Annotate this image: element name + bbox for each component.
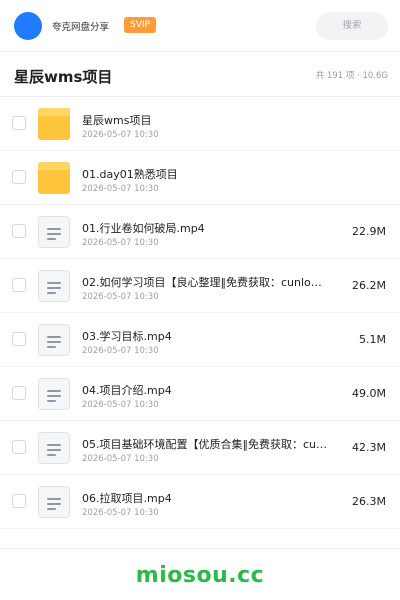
checkbox[interactable] <box>12 224 26 238</box>
file-date: 2026-05-07 10:30 <box>82 400 159 410</box>
file-date: 2026-05-07 10:30 <box>82 346 159 356</box>
file-date: 2026-05-07 10:30 <box>82 454 159 464</box>
checkbox[interactable] <box>12 332 26 346</box>
checkbox[interactable] <box>12 116 26 130</box>
file-size: 49.0M <box>352 387 386 400</box>
list-item[interactable]: 01.day01熟悉项目 2026-05-07 10:30 <box>0 151 400 205</box>
folder-icon <box>38 108 70 140</box>
file-name: 01.行业卷如何破局.mp4 <box>82 222 205 235</box>
folder-title-bar: 星辰wms项目 共 191 项 · 10.6G <box>0 52 400 97</box>
list-item[interactable]: 02.如何学习项目【良心整理‖免费获取：cunlo… 2026-05-07 10… <box>0 259 400 313</box>
page-title: 星辰wms项目 <box>14 68 113 86</box>
list-item[interactable]: 04.项目介绍.mp4 2026-05-07 10:30 49.0M <box>0 367 400 421</box>
file-icon <box>38 270 70 302</box>
watermark: miosou.cc <box>135 563 265 588</box>
file-icon <box>38 216 70 248</box>
file-date: 2026-05-07 10:30 <box>82 184 159 194</box>
file-size: 42.3M <box>352 441 386 454</box>
file-size: 26.2M <box>352 279 386 292</box>
list-item[interactable]: 05.项目基础环境配置【优质合集‖免费获取：cun… 2026-05-07 10… <box>0 421 400 475</box>
svip-badge[interactable]: SVIP <box>124 17 156 33</box>
avatar[interactable] <box>14 12 42 40</box>
file-name: 01.day01熟悉项目 <box>82 168 178 181</box>
file-size: 5.1M <box>359 333 386 346</box>
list-item[interactable]: 01.行业卷如何破局.mp4 2026-05-07 10:30 22.9M <box>0 205 400 259</box>
file-icon <box>38 486 70 518</box>
list-item[interactable]: 03.学习目标.mp4 2026-05-07 10:30 5.1M <box>0 313 400 367</box>
file-name: 05.项目基础环境配置【优质合集‖免费获取：cun… <box>82 438 332 451</box>
file-name: 06.拉取项目.mp4 <box>82 492 172 505</box>
search-button[interactable]: 搜索 <box>316 12 388 40</box>
checkbox[interactable] <box>12 494 26 508</box>
checkbox[interactable] <box>12 386 26 400</box>
file-list: 星辰wms项目 2026-05-07 10:30 01.day01熟悉项目 20… <box>0 97 400 529</box>
file-icon <box>38 324 70 356</box>
file-name: 03.学习目标.mp4 <box>82 330 172 343</box>
file-date: 2026-05-07 10:30 <box>82 292 159 302</box>
file-icon <box>38 432 70 464</box>
checkbox[interactable] <box>12 278 26 292</box>
file-date: 2026-05-07 10:30 <box>82 508 159 518</box>
file-date: 2026-05-07 10:30 <box>82 130 159 140</box>
checkbox[interactable] <box>12 170 26 184</box>
file-size: 26.3M <box>352 495 386 508</box>
file-date: 2026-05-07 10:30 <box>82 238 159 248</box>
file-name: 星辰wms项目 <box>82 114 152 127</box>
folder-icon <box>38 162 70 194</box>
folder-summary: 共 191 项 · 10.6G <box>315 71 388 81</box>
top-header: 夸克网盘分享 SVIP 搜索 <box>0 0 400 52</box>
file-name: 04.项目介绍.mp4 <box>82 384 172 397</box>
footer: miosou.cc <box>0 548 400 600</box>
checkbox[interactable] <box>12 440 26 454</box>
list-item[interactable]: 星辰wms项目 2026-05-07 10:30 <box>0 97 400 151</box>
file-size: 22.9M <box>352 225 386 238</box>
file-name: 02.如何学习项目【良心整理‖免费获取：cunlo… <box>82 276 322 289</box>
file-icon <box>38 378 70 410</box>
brand-name: 夸克网盘分享 <box>52 22 110 33</box>
list-item[interactable]: 06.拉取项目.mp4 2026-05-07 10:30 26.3M <box>0 475 400 529</box>
